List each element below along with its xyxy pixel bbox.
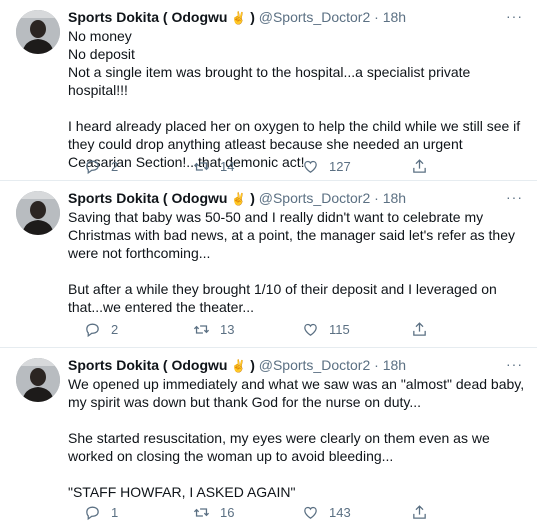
share-icon	[413, 322, 426, 336]
tweet-actions: 2 13 115	[84, 321, 537, 338]
author-name[interactable]: Sports Dokita ( Odogwu	[68, 190, 227, 206]
avatar[interactable]	[16, 358, 60, 402]
avatar[interactable]	[16, 10, 60, 54]
share-button[interactable]	[411, 504, 520, 521]
tweet-header: Sports Dokita ( Odogwu ✌ ) @Sports_Docto…	[68, 189, 527, 208]
reply-count: 2	[111, 322, 119, 337]
more-options-icon[interactable]: ···	[506, 7, 523, 26]
reply-button[interactable]: 2	[84, 158, 193, 175]
retweet-button[interactable]: 16	[193, 504, 302, 521]
share-button[interactable]	[411, 321, 520, 338]
like-count: 115	[329, 322, 350, 337]
retweet-button[interactable]: 14	[193, 158, 302, 175]
like-count: 127	[329, 159, 351, 174]
timestamp[interactable]: 18h	[383, 190, 406, 206]
like-count: 143	[329, 505, 351, 520]
victory-hand-emoji: ✌	[231, 192, 247, 206]
tweet-text: Saving that baby was 50-50 and I really …	[68, 209, 516, 315]
heart-icon	[304, 506, 317, 519]
victory-hand-emoji: ✌	[231, 359, 247, 373]
avatar[interactable]	[16, 191, 60, 235]
retweet-count: 14	[220, 159, 235, 174]
separator-dot: ·	[374, 9, 379, 25]
tweet[interactable]: Sports Dokita ( Odogwu ✌ ) @Sports_Docto…	[0, 0, 537, 181]
share-icon	[413, 505, 426, 519]
retweet-count: 16	[220, 505, 235, 520]
heart-icon	[304, 160, 317, 173]
reply-button[interactable]: 2	[84, 321, 193, 338]
author-name[interactable]: Sports Dokita ( Odogwu	[68, 9, 227, 25]
tweet-actions: 2 14 127	[84, 158, 537, 175]
author-name[interactable]: Sports Dokita ( Odogwu	[68, 357, 227, 373]
timestamp[interactable]: 18h	[383, 357, 406, 373]
victory-hand-emoji: ✌	[231, 11, 247, 25]
tweet-text: We opened up immediately and what we saw…	[68, 376, 525, 500]
heart-icon	[304, 323, 317, 336]
retweet-icon	[193, 508, 210, 517]
like-button[interactable]: 115	[302, 321, 411, 338]
author-name-close: )	[250, 190, 255, 206]
tweet-header: Sports Dokita ( Odogwu ✌ ) @Sports_Docto…	[68, 356, 527, 375]
tweet[interactable]: Sports Dokita ( Odogwu ✌ ) @Sports_Docto…	[0, 348, 537, 529]
like-button[interactable]: 127	[302, 158, 411, 175]
reply-button[interactable]: 1	[84, 504, 193, 521]
reply-count: 1	[111, 505, 119, 520]
reply-icon	[86, 506, 99, 521]
reply-icon	[86, 160, 99, 175]
reply-icon	[86, 323, 99, 338]
author-handle[interactable]: @Sports_Doctor2	[259, 190, 370, 206]
tweet-actions: 1 16 143	[84, 504, 537, 521]
share-button[interactable]	[411, 158, 520, 175]
retweet-icon	[193, 162, 210, 171]
reply-count: 2	[111, 159, 119, 174]
author-name-close: )	[250, 9, 255, 25]
timestamp[interactable]: 18h	[383, 9, 406, 25]
author-handle[interactable]: @Sports_Doctor2	[259, 357, 370, 373]
separator-dot: ·	[374, 190, 379, 206]
tweet-text: No money No deposit Not a single item wa…	[68, 28, 521, 170]
tweet-header: Sports Dokita ( Odogwu ✌ ) @Sports_Docto…	[68, 8, 527, 27]
more-options-icon[interactable]: ···	[506, 355, 523, 374]
separator-dot: ·	[374, 357, 379, 373]
author-handle[interactable]: @Sports_Doctor2	[259, 9, 370, 25]
retweet-button[interactable]: 13	[193, 321, 302, 338]
share-icon	[413, 159, 426, 173]
author-name-close: )	[250, 357, 255, 373]
like-button[interactable]: 143	[302, 504, 411, 521]
retweet-icon	[193, 325, 210, 334]
more-options-icon[interactable]: ···	[506, 188, 523, 207]
retweet-count: 13	[220, 322, 235, 337]
